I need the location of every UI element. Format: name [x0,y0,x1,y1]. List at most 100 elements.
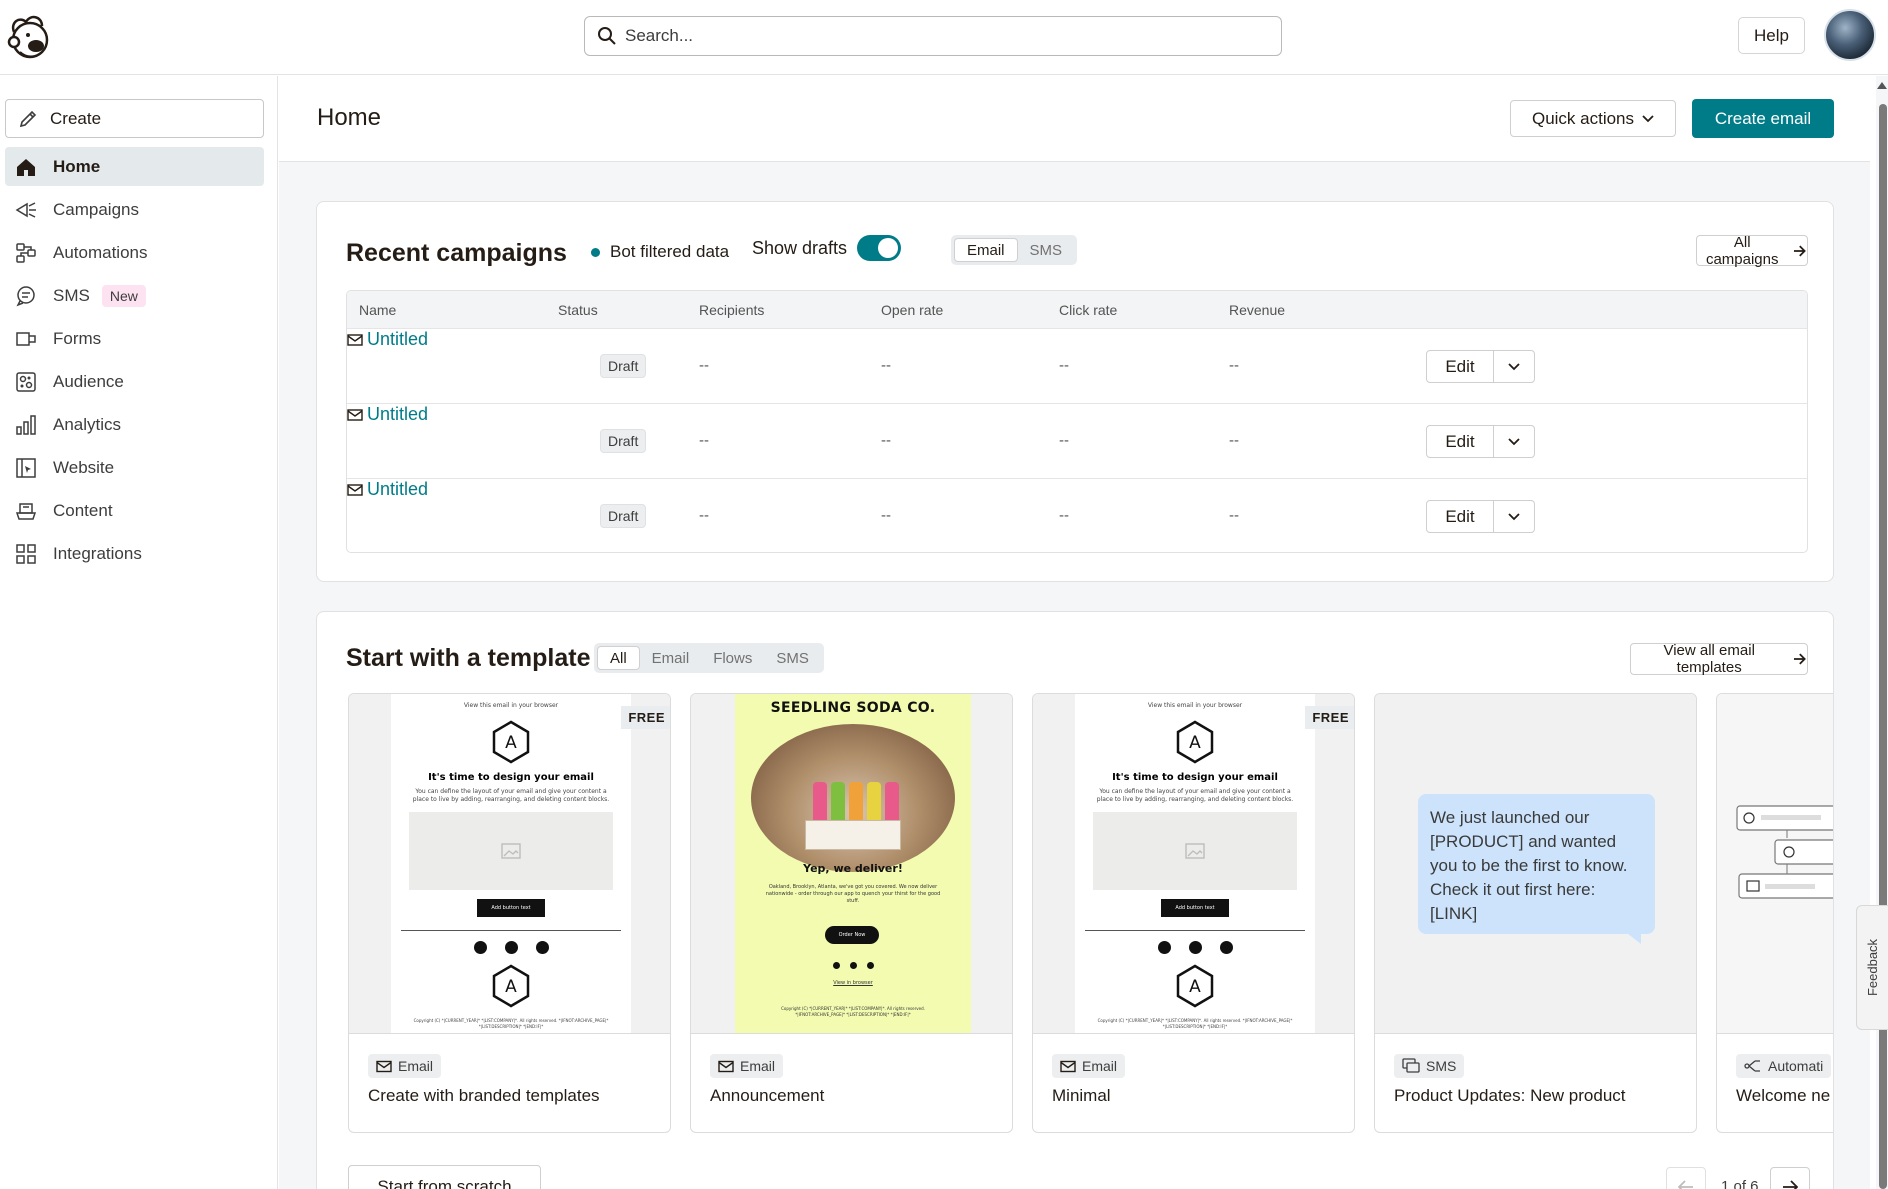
sidebar-item-sms[interactable]: SMS New [5,276,264,315]
divider [401,930,621,931]
column-header-name[interactable]: Name [359,302,396,318]
column-header-revenue[interactable]: Revenue [1229,302,1285,318]
facebook-icon [473,941,487,954]
campaign-name-link[interactable]: Untitled [347,329,1807,350]
email-footer: Copyright (C) *|CURRENT_YEAR|* *|LIST:CO… [413,1018,609,1029]
email-headline: Yep, we deliver! [803,862,903,875]
tab-flows[interactable]: Flows [701,646,764,670]
tab-sms[interactable]: SMS [764,646,821,670]
channel-segmented-control: Email SMS [951,235,1078,265]
avatar[interactable] [1824,9,1876,61]
envelope-icon [1060,1060,1076,1072]
sidebar-item-analytics[interactable]: Analytics [5,405,264,444]
show-drafts-toggle[interactable] [857,235,902,261]
sidebar-item-audience[interactable]: Audience [5,362,264,401]
hexagon-logo-icon: A [492,720,530,764]
template-card-minimal[interactable]: View this email in your browser A It's t… [1032,693,1355,1133]
sidebar-item-integrations[interactable]: Integrations [5,534,264,573]
free-badge: FREE [1305,706,1354,729]
image-placeholder [409,812,613,890]
templates-title: Start with a template [346,644,591,672]
table-header: Name Status Recipients Open rate Click r… [347,291,1807,328]
edit-button[interactable]: Edit [1427,351,1494,382]
create-email-button[interactable]: Create email [1692,99,1834,138]
tab-email[interactable]: Email [640,646,702,670]
tab-sms[interactable]: SMS [1018,238,1075,262]
sidebar-item-automations[interactable]: Automations [5,233,264,272]
sidebar-item-website[interactable]: Website [5,448,264,487]
sidebar-item-label: Automations [53,242,148,262]
scroll-up-arrow-icon[interactable] [1877,82,1887,89]
search-input[interactable] [625,26,1245,46]
click-rate-value: -- [1059,357,1069,374]
column-header-status[interactable]: Status [558,302,598,318]
x-icon [535,941,549,954]
new-badge: New [101,284,146,307]
divider [1085,930,1305,931]
campaign-name: Untitled [367,404,429,424]
sidebar-item-content[interactable]: Content [5,491,264,530]
revenue-value: -- [1229,357,1239,374]
email-button: Add button text [1161,899,1229,917]
email-footer: Copyright (C) *|CURRENT_YEAR|* *|LIST:CO… [1097,1018,1293,1029]
sidebar-item-forms[interactable]: Forms [5,319,264,358]
image-icon [1185,843,1205,859]
tab-all[interactable]: All [597,646,640,670]
more-options-button[interactable] [1494,501,1534,532]
search-box[interactable] [584,16,1282,56]
view-all-templates-button[interactable]: View all email templates [1630,642,1808,676]
page-header: Home Quick actions Create email [279,76,1870,162]
template-card-product-updates[interactable]: We just launched our [PRODUCT] and wante… [1374,693,1697,1133]
template-card-welcome[interactable]: Automati Welcome ne [1716,693,1833,1133]
template-card-announcement[interactable]: SEEDLING SODA CO. Yep, we deliver! Oakla… [690,693,1013,1133]
arrow-right-icon [1794,245,1807,256]
feedback-label: Feedback [1865,938,1880,997]
edit-button-group: Edit [1426,425,1535,458]
bot-filtered-indicator[interactable]: Bot filtered data [591,242,729,262]
quick-actions-button[interactable]: Quick actions [1510,100,1676,137]
edit-button-group: Edit [1426,500,1535,533]
column-header-open-rate[interactable]: Open rate [881,302,943,318]
instagram-icon [1188,941,1202,954]
facebook-icon [832,962,840,969]
table-row: Untitled Draft -- -- -- -- Edit [347,328,1807,403]
tab-email[interactable]: Email [954,238,1018,262]
campaign-name-link[interactable]: Untitled [347,404,1807,425]
template-type-badge: Email [368,1054,442,1078]
more-options-button[interactable] [1494,426,1534,457]
feedback-tab[interactable]: Feedback [1856,905,1888,1030]
next-page-button[interactable] [1770,1167,1810,1189]
campaign-name-link[interactable]: Untitled [347,479,1807,500]
status-dot-icon [591,247,600,257]
analytics-icon [14,414,38,436]
create-label: Create [50,108,102,128]
sidebar-item-home[interactable]: Home [5,147,264,186]
template-card-branded[interactable]: View this email in your browser A It's t… [348,693,671,1133]
free-badge: FREE [621,706,670,729]
sidebar-item-campaigns[interactable]: Campaigns [5,190,264,229]
instagram-icon [849,962,857,969]
automation-icon [14,242,38,264]
edit-button[interactable]: Edit [1427,501,1494,532]
view-in-browser-text: View this email in your browser [463,702,559,709]
social-icons [735,962,971,969]
all-campaigns-button[interactable]: All campaigns [1696,234,1808,268]
sidebar-item-label: Forms [53,328,102,348]
template-type-badge: SMS [1394,1054,1465,1078]
more-options-button[interactable] [1494,351,1534,382]
previous-page-button[interactable] [1666,1167,1706,1189]
mailchimp-logo-icon[interactable] [6,12,52,60]
social-icons [391,941,631,954]
start-from-scratch-button[interactable]: Start from scratch [348,1165,541,1189]
logo-letter: A [505,733,517,753]
help-button[interactable]: Help [1738,17,1805,54]
template-type-badge: Email [1052,1054,1126,1078]
pencil-icon [18,109,38,129]
template-filter-tabs: All Email Flows SMS [594,643,824,673]
column-header-recipients[interactable]: Recipients [699,302,764,318]
email-body: Oakland, Brooklyn, Atlanta, we've got yo… [765,884,941,904]
column-header-click-rate[interactable]: Click rate [1059,302,1117,318]
edit-button[interactable]: Edit [1427,426,1494,457]
table-row: Untitled Draft -- -- -- -- Edit [347,478,1807,552]
create-button[interactable]: Create [5,99,264,138]
